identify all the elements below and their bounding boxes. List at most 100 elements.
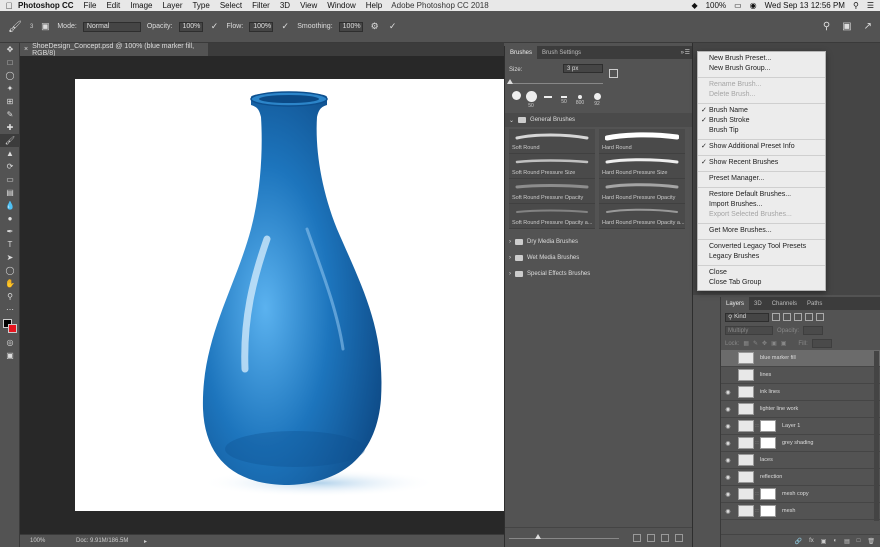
layer-name[interactable]: mesh — [782, 508, 795, 514]
visibility-eye-icon[interactable]: ◉ — [721, 406, 735, 413]
eraser-tool-icon[interactable]: ▭ — [0, 173, 20, 186]
layer-row[interactable]: ◉ ∷ mesh — [721, 503, 880, 520]
visibility-eye-icon[interactable]: ◉ — [721, 440, 735, 447]
layers-scrollbar[interactable] — [874, 351, 879, 521]
zoom-tool-icon[interactable]: ⚲ — [0, 290, 20, 303]
filter-pixel-icon[interactable] — [772, 313, 780, 321]
tab-brushes[interactable]: Brushes — [505, 46, 538, 59]
brush-preset[interactable]: Hard Round Pressure Opacity — [599, 179, 685, 204]
tab-brush-settings[interactable]: Brush Settings — [537, 46, 586, 59]
gradient-tool-icon[interactable]: ▤ — [0, 186, 20, 199]
layer-name[interactable]: Layer 1 — [782, 423, 800, 429]
layer-mask-thumbnail[interactable] — [760, 437, 776, 449]
share-icon[interactable]: ↗ — [864, 21, 872, 32]
trash-icon[interactable] — [675, 534, 683, 542]
layer-row[interactable]: ◉ laces — [721, 452, 880, 469]
visibility-eye-icon[interactable]: ◉ — [721, 389, 735, 396]
layer-row[interactable]: ◉ ∷ grey shading — [721, 435, 880, 452]
menu-layer[interactable]: Layer — [162, 1, 182, 10]
layer-thumbnail[interactable] — [738, 505, 754, 517]
tab-3d[interactable]: 3D — [749, 297, 767, 310]
brush-tool-icon[interactable]: 🖌 — [6, 18, 24, 36]
quick-select-tool-icon[interactable]: ✦ — [0, 82, 20, 95]
brush-size-readout[interactable]: 3 — [30, 24, 33, 30]
document-canvas[interactable] — [75, 79, 504, 511]
visibility-eye-icon[interactable]: ◉ — [721, 508, 735, 515]
layer-thumbnail[interactable] — [738, 454, 754, 466]
move-tool-icon[interactable]: ✥ — [0, 43, 20, 56]
recent-brush[interactable]: 800 — [572, 91, 588, 106]
brush-preset[interactable]: Soft Round Pressure Opacity a... — [509, 204, 595, 229]
history-brush-icon[interactable]: ⟳ — [0, 160, 20, 173]
tab-channels[interactable]: Channels — [767, 297, 802, 310]
battery-icon[interactable]: ▭ — [734, 1, 742, 10]
close-icon[interactable]: × — [24, 46, 28, 53]
layer-kind-filter[interactable]: ⚲ Kind — [725, 312, 769, 322]
brush-group-special-effects[interactable]: › Special Effects Brushes — [505, 267, 692, 281]
status-menu-arrow-icon[interactable]: ▸ — [144, 538, 147, 545]
brush-preset[interactable]: Soft Round Pressure Size — [509, 154, 595, 179]
layer-thumbnail[interactable] — [738, 369, 754, 381]
layer-mask-thumbnail[interactable] — [760, 420, 776, 432]
folder-icon[interactable]: ▤ — [844, 538, 850, 545]
screen-mode-icon[interactable]: ▣ — [0, 349, 20, 362]
lock-position-icon[interactable]: ✥ — [762, 340, 767, 347]
layer-row[interactable]: blue marker fill — [721, 350, 880, 367]
menu-item[interactable]: Import Brushes... — [698, 200, 825, 210]
brush-preset[interactable]: Soft Round — [509, 129, 595, 154]
chevron-down-icon[interactable]: ⌄ — [509, 117, 514, 124]
marquee-tool-icon[interactable]: □ — [0, 56, 20, 69]
recent-brush[interactable]: 50 — [523, 91, 539, 109]
wifi-icon[interactable]: ◉ — [750, 1, 757, 10]
brush-tool-icon[interactable]: 🖌 — [0, 134, 20, 147]
hand-tool-icon[interactable]: ✋ — [0, 277, 20, 290]
menu-item[interactable]: ✓ Brush Name — [698, 106, 825, 116]
menu-window[interactable]: Window — [327, 1, 355, 10]
healing-tool-icon[interactable]: ✚ — [0, 121, 20, 134]
pen-tool-icon[interactable]: ✒ — [0, 225, 20, 238]
visibility-eye-icon[interactable]: ◉ — [721, 491, 735, 498]
panel-menu-icon[interactable]: ☰ — [685, 49, 690, 56]
pressure-opacity-icon[interactable]: ✓ — [209, 21, 221, 33]
notifications-icon[interactable]: ☰ — [867, 1, 874, 10]
app-menu[interactable]: Photoshop CC — [18, 1, 74, 10]
menu-help[interactable]: Help — [366, 1, 382, 10]
menu-item[interactable]: ✓ Show Additional Preset Info — [698, 142, 825, 152]
color-swatches[interactable] — [0, 316, 20, 336]
menu-item[interactable]: ✓ Brush Stroke — [698, 116, 825, 126]
layer-row[interactable]: ◉ lighter line work — [721, 401, 880, 418]
zoom-level[interactable]: 100% — [20, 538, 50, 544]
layer-thumbnail[interactable] — [738, 488, 754, 500]
recent-brush[interactable] — [508, 91, 524, 101]
layer-thumbnail[interactable] — [738, 437, 754, 449]
visibility-eye-icon[interactable]: ◉ — [721, 474, 735, 481]
menu-3d[interactable]: 3D — [280, 1, 290, 10]
layer-opacity-field[interactable] — [803, 326, 824, 335]
menu-item[interactable]: ✓ Show Recent Brushes — [698, 158, 825, 168]
layer-thumbnail[interactable] — [738, 403, 754, 415]
tab-layers[interactable]: Layers — [721, 297, 750, 310]
blend-mode-select[interactable]: Multiply — [725, 326, 773, 335]
layer-name[interactable]: blue marker fill — [760, 355, 796, 361]
crop-tool-icon[interactable]: ⊞ — [0, 95, 20, 108]
layer-name[interactable]: reflection — [760, 474, 782, 480]
flow-field[interactable]: 100% — [249, 21, 274, 32]
more-tools-icon[interactable]: ⋯ — [0, 303, 20, 316]
stamp-tool-icon[interactable]: ▲ — [0, 147, 20, 160]
layer-thumbnail[interactable] — [738, 352, 754, 364]
layer-name[interactable]: ink lines — [760, 389, 780, 395]
menu-item[interactable]: Get More Brushes... — [698, 226, 825, 236]
menu-item[interactable]: Restore Default Brushes... — [698, 190, 825, 200]
workspace-icon[interactable]: ▣ — [842, 21, 851, 32]
brush-panel-toggle-icon[interactable]: ▣ — [39, 21, 51, 33]
layer-mask-thumbnail[interactable] — [760, 505, 776, 517]
gear-icon[interactable]: ⚙ — [369, 21, 381, 33]
lock-all-icon[interactable]: ▣ — [781, 340, 787, 347]
link-icon[interactable]: 🔗 — [795, 538, 802, 545]
layer-row[interactable]: ◉ ∷ mesh copy — [721, 486, 880, 503]
search-icon[interactable]: ⚲ — [853, 1, 859, 10]
brush-group-wet-media[interactable]: › Wet Media Brushes — [505, 251, 692, 265]
brush-group-dry-media[interactable]: › Dry Media Brushes — [505, 235, 692, 249]
brush-group-general[interactable]: ⌄ General Brushes — [505, 113, 692, 127]
adjustment-icon[interactable]: ◐ — [833, 538, 837, 544]
